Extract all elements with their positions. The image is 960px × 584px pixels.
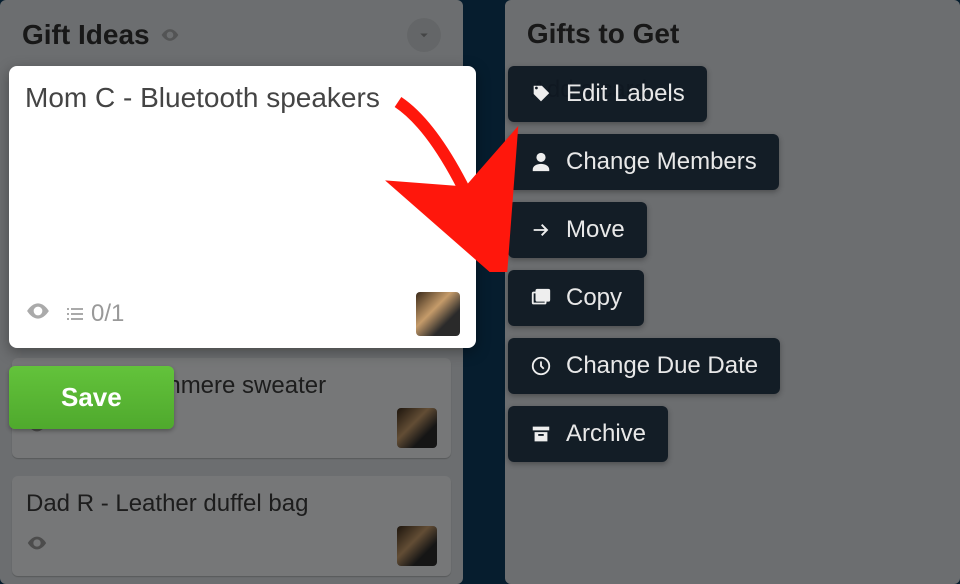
change-due-date-button[interactable]: Change Due Date <box>508 338 780 394</box>
quick-edit-footer: 0/1 <box>25 292 460 336</box>
member-icon <box>530 151 552 173</box>
copy-button[interactable]: Copy <box>508 270 644 326</box>
checklist-count: 0/1 <box>91 300 124 328</box>
menu-label: Change Due Date <box>566 352 758 380</box>
quick-edit-badges: 0/1 <box>25 298 124 331</box>
arrow-right-icon <box>530 219 552 241</box>
move-button[interactable]: Move <box>508 202 647 258</box>
quick-edit-menu: Edit Labels Change Members Move Copy Cha… <box>508 66 780 462</box>
save-button[interactable]: Save <box>9 366 174 429</box>
quick-edit-textarea[interactable]: Mom C - Bluetooth speakers <box>25 82 460 262</box>
avatar <box>416 292 460 336</box>
archive-icon <box>530 423 552 445</box>
edit-labels-button[interactable]: Edit Labels <box>508 66 707 122</box>
clock-icon <box>530 355 552 377</box>
menu-label: Move <box>566 216 625 244</box>
archive-button[interactable]: Archive <box>508 406 668 462</box>
quick-edit-card[interactable]: Mom C - Bluetooth speakers 0/1 <box>9 66 476 348</box>
menu-label: Copy <box>566 284 622 312</box>
label-icon <box>530 83 552 105</box>
watch-icon <box>25 298 51 331</box>
menu-label: Edit Labels <box>566 80 685 108</box>
menu-label: Change Members <box>566 148 757 176</box>
checklist-badge: 0/1 <box>63 300 124 328</box>
copy-icon <box>530 287 552 309</box>
change-members-button[interactable]: Change Members <box>508 134 779 190</box>
quick-edit-popup: Mom C - Bluetooth speakers 0/1 Save Edit… <box>9 66 780 462</box>
menu-label: Archive <box>566 420 646 448</box>
